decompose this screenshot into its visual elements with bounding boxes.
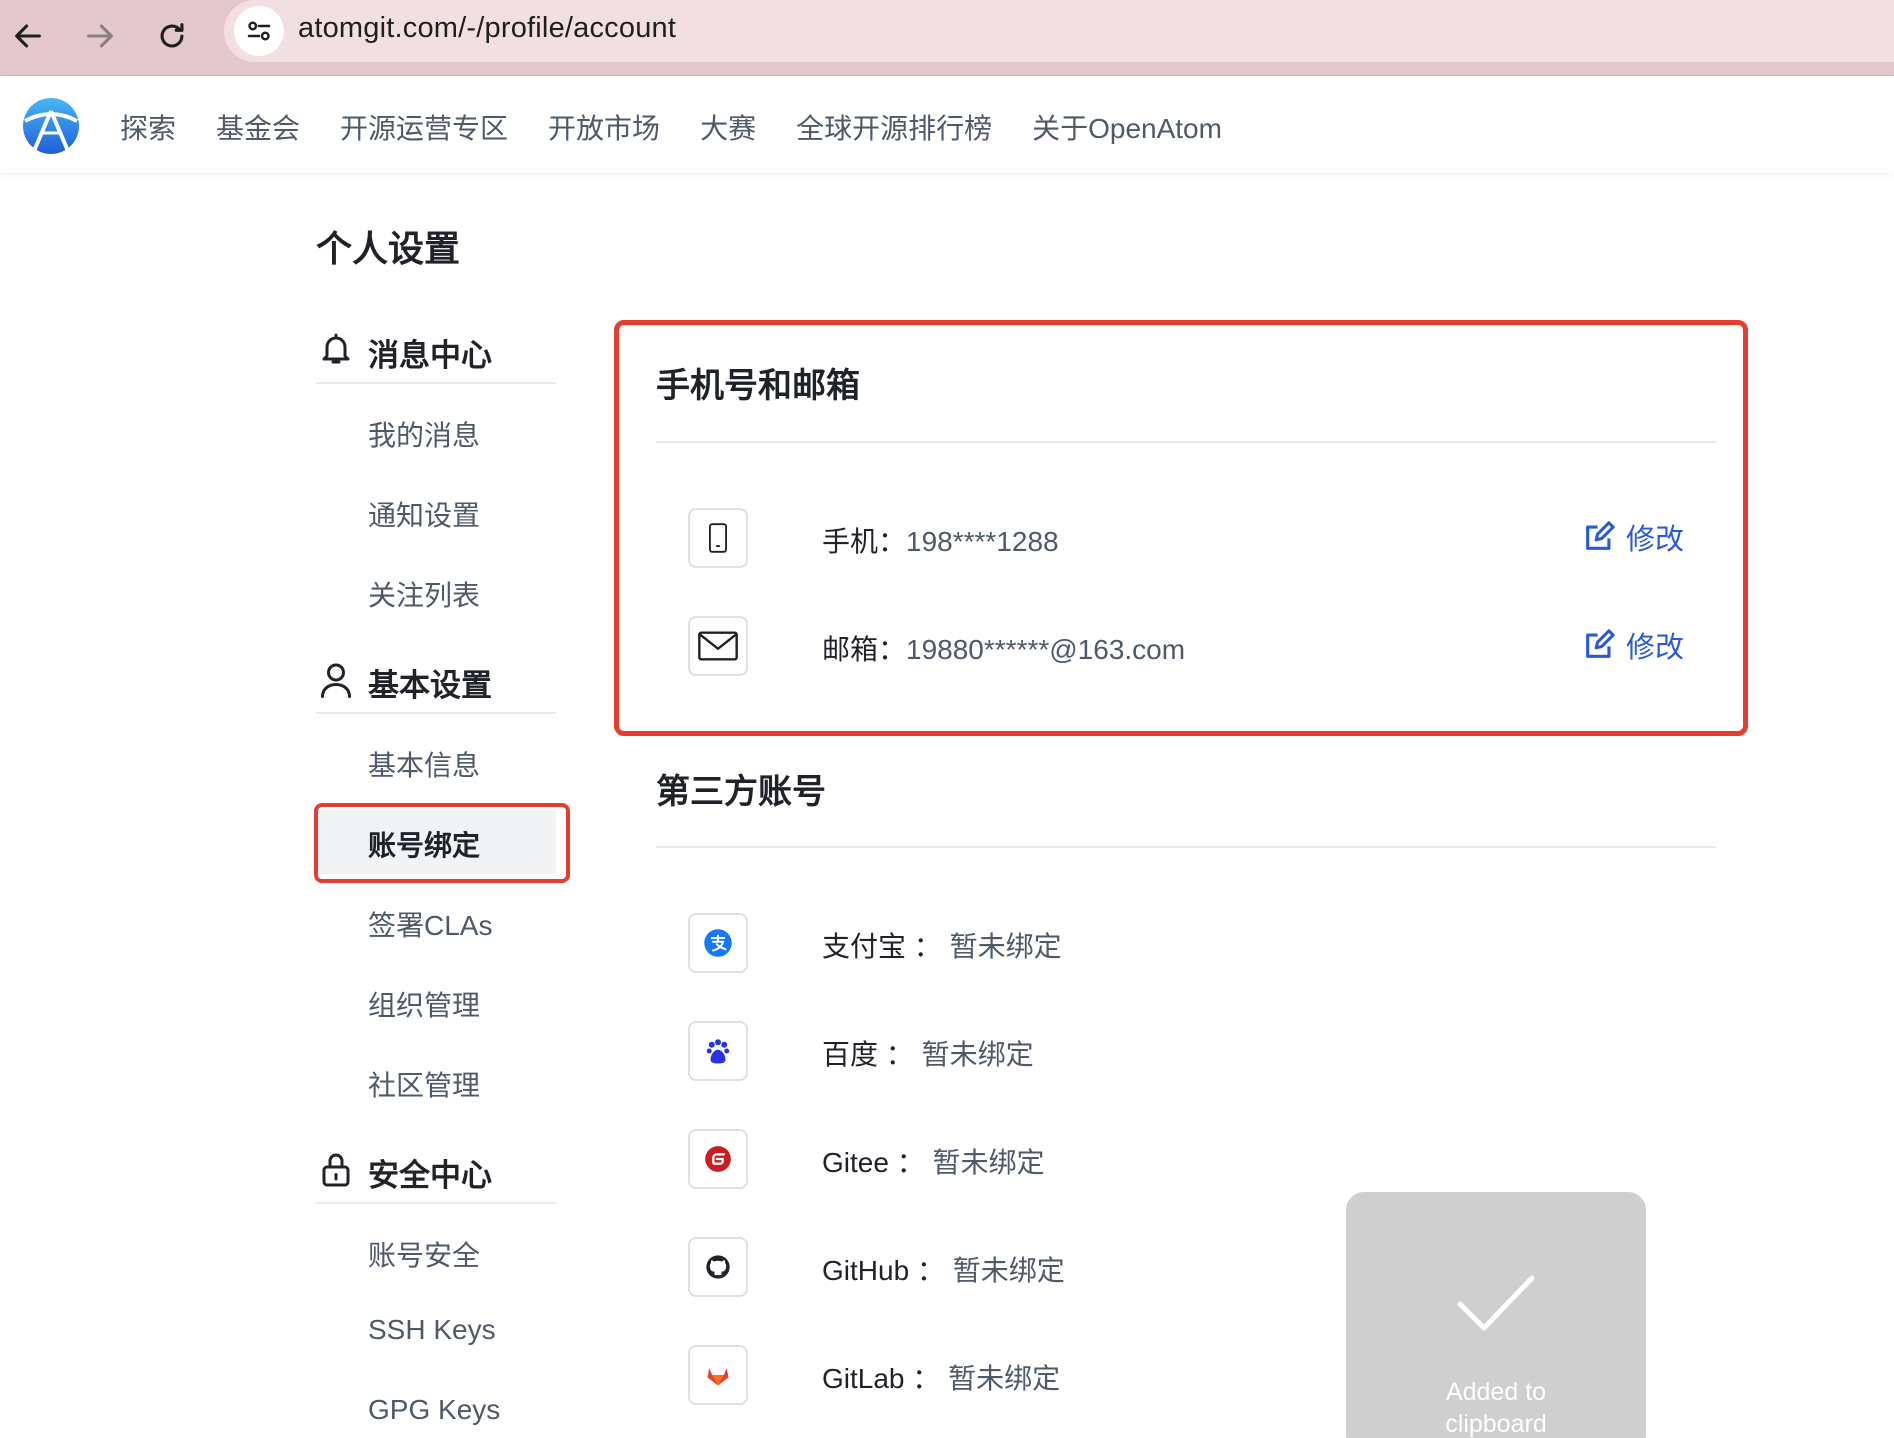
phone-icon [709, 523, 727, 553]
lock-icon [322, 1153, 350, 1187]
divider [656, 846, 1716, 848]
clipboard-toast: Added to clipboard [1346, 1192, 1646, 1438]
contact-section-title: 手机号和邮箱 [656, 367, 860, 405]
back-button[interactable] [0, 8, 56, 64]
sidebar-item-notification-settings[interactable]: 通知设置 [316, 480, 556, 544]
nav-contest[interactable]: 大赛 [700, 107, 756, 147]
sidebar-item-follow-list[interactable]: 关注列表 [316, 560, 556, 624]
gitee-status: 暂未绑定 [932, 1147, 1045, 1178]
page-title: 个人设置 [316, 228, 461, 269]
site-header: 探索 基金会 开源运营专区 开放市场 大赛 全球开源排行榜 关于OpenAtom [0, 77, 1894, 173]
edit-email-button[interactable]: 修改 [1582, 624, 1684, 666]
reload-icon [160, 23, 184, 48]
nav-explore[interactable]: 探索 [120, 107, 176, 147]
sidebar-item-my-messages[interactable]: 我的消息 [316, 400, 556, 464]
arrow-left-icon [15, 24, 41, 48]
sidebar-group-security: 安全中心 [316, 1140, 556, 1204]
sidebar-item-community-management[interactable]: 社区管理 [316, 1050, 556, 1114]
gitlab-label: GitLab ： 暂未绑定 [822, 1363, 1061, 1394]
alipay-icon [704, 929, 732, 957]
sidebar-group-label: 基本设置 [368, 668, 492, 703]
sidebar-group-messages: 消息中心 [316, 320, 556, 384]
reload-button[interactable] [144, 8, 200, 64]
phone-value: 198****1288 [906, 526, 1059, 557]
baidu-label: 百度 ： 暂未绑定 [822, 1039, 1034, 1070]
nav-about[interactable]: 关于OpenAtom [1032, 107, 1222, 147]
baidu-status: 暂未绑定 [921, 1039, 1034, 1070]
sidebar-item-gpg-keys[interactable]: GPG Keys [316, 1380, 556, 1438]
nav-operations[interactable]: 开源运营专区 [340, 107, 508, 147]
bell-icon [322, 333, 350, 364]
gitlab-status: 暂未绑定 [948, 1363, 1061, 1394]
mail-icon [698, 631, 738, 661]
edit-icon [1586, 521, 1615, 550]
forward-button[interactable] [72, 8, 128, 64]
browser-toolbar: atomgit.com/-/profile/account [0, 0, 1894, 76]
highlight-box-sidebar [314, 803, 570, 883]
phone-row: 手机：198****1288 修改 [688, 508, 1718, 570]
baidu-icon [706, 1039, 730, 1064]
toast-message: Added to clipboard [1445, 1378, 1547, 1438]
gitee-row: Gitee ： 暂未绑定 [688, 1129, 1718, 1191]
tune-icon [247, 21, 271, 41]
address-bar[interactable]: atomgit.com/-/profile/account [224, 0, 1894, 62]
sidebar-group-label: 安全中心 [368, 1158, 492, 1193]
alipay-row: 支付宝 ： 暂未绑定 [688, 913, 1718, 975]
email-value: 19880******@163.com [906, 634, 1186, 665]
phone-label: 手机：198****1288 [822, 526, 1059, 557]
user-icon [321, 663, 351, 698]
gitlab-icon [707, 1368, 729, 1386]
email-row: 邮箱：19880******@163.com 修改 [688, 616, 1718, 678]
divider [656, 441, 1716, 443]
sidebar-item-basic-info[interactable]: 基本信息 [316, 730, 556, 794]
nav-foundation[interactable]: 基金会 [216, 107, 300, 147]
sidebar-item-org-management[interactable]: 组织管理 [316, 970, 556, 1034]
github-icon [706, 1255, 730, 1279]
gitee-icon-box[interactable] [688, 1129, 748, 1189]
alipay-label: 支付宝 ： 暂未绑定 [822, 931, 1062, 962]
url-text[interactable]: atomgit.com/-/profile/account [298, 12, 676, 45]
sidebar-group-label: 消息中心 [368, 338, 492, 373]
top-nav: 探索 基金会 开源运营专区 开放市场 大赛 全球开源排行榜 关于OpenAtom [120, 107, 1262, 147]
mail-icon-box [688, 616, 748, 676]
sidebar-group-basic: 基本设置 [316, 650, 556, 714]
gitee-label: Gitee ： 暂未绑定 [822, 1147, 1045, 1178]
edit-phone-button[interactable]: 修改 [1582, 516, 1684, 558]
email-label: 邮箱：19880******@163.com [822, 634, 1186, 665]
arrow-right-icon [87, 24, 113, 48]
edit-icon [1586, 629, 1615, 658]
alipay-icon-box[interactable] [688, 913, 748, 973]
github-status: 暂未绑定 [952, 1255, 1065, 1286]
github-label: GitHub ： 暂未绑定 [822, 1255, 1065, 1286]
openatom-logo-icon[interactable] [22, 97, 80, 155]
nav-ranking[interactable]: 全球开源排行榜 [796, 107, 992, 147]
sidebar-item-ssh-keys[interactable]: SSH Keys [316, 1300, 556, 1364]
nav-market[interactable]: 开放市场 [548, 107, 660, 147]
gitee-icon [705, 1146, 731, 1172]
gitlab-icon-box[interactable] [688, 1345, 748, 1405]
alipay-status: 暂未绑定 [949, 931, 1062, 962]
third-party-section-title: 第三方账号 [656, 773, 826, 811]
baidu-icon-box[interactable] [688, 1021, 748, 1081]
sidebar-item-account-security[interactable]: 账号安全 [316, 1220, 556, 1284]
github-icon-box[interactable] [688, 1237, 748, 1297]
site-info-button[interactable] [234, 6, 284, 56]
phone-icon-box [688, 508, 748, 568]
baidu-row: 百度 ： 暂未绑定 [688, 1021, 1718, 1083]
checkmark-icon [1457, 1275, 1535, 1331]
sidebar-item-clas[interactable]: 签署CLAs [316, 890, 556, 954]
